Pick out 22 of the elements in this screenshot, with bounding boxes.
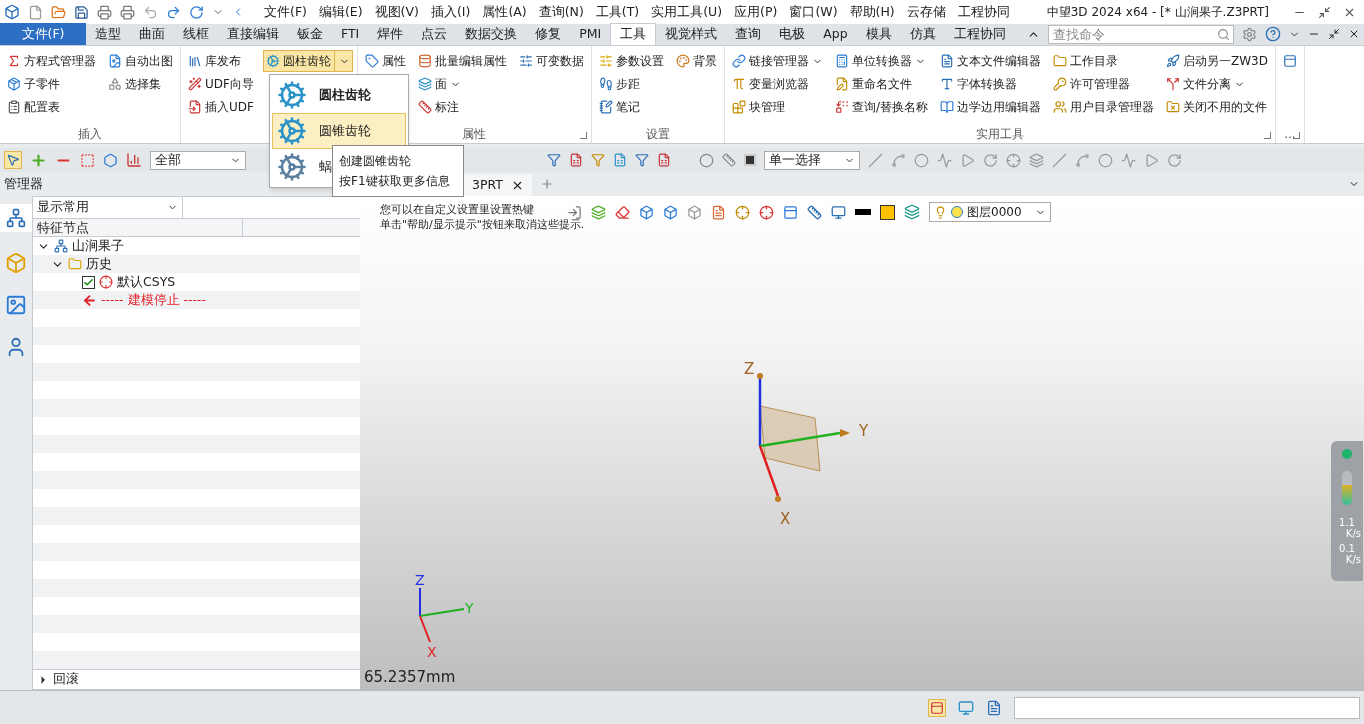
upload-speed: 1.1 bbox=[1339, 517, 1355, 528]
window-title: 中望3D 2024 x64 - [* 山涧果子.Z3PRT] bbox=[1046, 4, 1269, 21]
axis-label: X bbox=[427, 643, 437, 662]
group-label: 设置 bbox=[645, 126, 670, 143]
panel-title: 管理器 bbox=[4, 174, 43, 193]
hint-text: 您可以在自定义设置里设置热键 bbox=[380, 202, 534, 217]
axis-label: Z bbox=[744, 359, 755, 380]
group-label: 实用工具 bbox=[975, 126, 1024, 143]
group-label: 属性 bbox=[462, 126, 487, 143]
tooltip-text: 创建圆锥齿轮 bbox=[339, 153, 411, 170]
speed-unit: K/s bbox=[1345, 554, 1362, 565]
hint-text: 单击"帮助/显示提示"按钮来取消这些提示. bbox=[380, 217, 585, 232]
axis-label: Y bbox=[465, 599, 474, 618]
axis-label: Z bbox=[415, 571, 425, 590]
axis-label: Y bbox=[859, 421, 869, 442]
group-label: ... bbox=[1284, 126, 1296, 143]
download-speed: 0.1 bbox=[1339, 543, 1355, 554]
speed-unit: K/s bbox=[1345, 528, 1362, 539]
distance-readout: 65.2357mm bbox=[364, 666, 456, 688]
axis-label: X bbox=[780, 509, 791, 530]
column-header: 特征节点 bbox=[33, 219, 243, 236]
group-label: 插入 bbox=[78, 126, 102, 143]
